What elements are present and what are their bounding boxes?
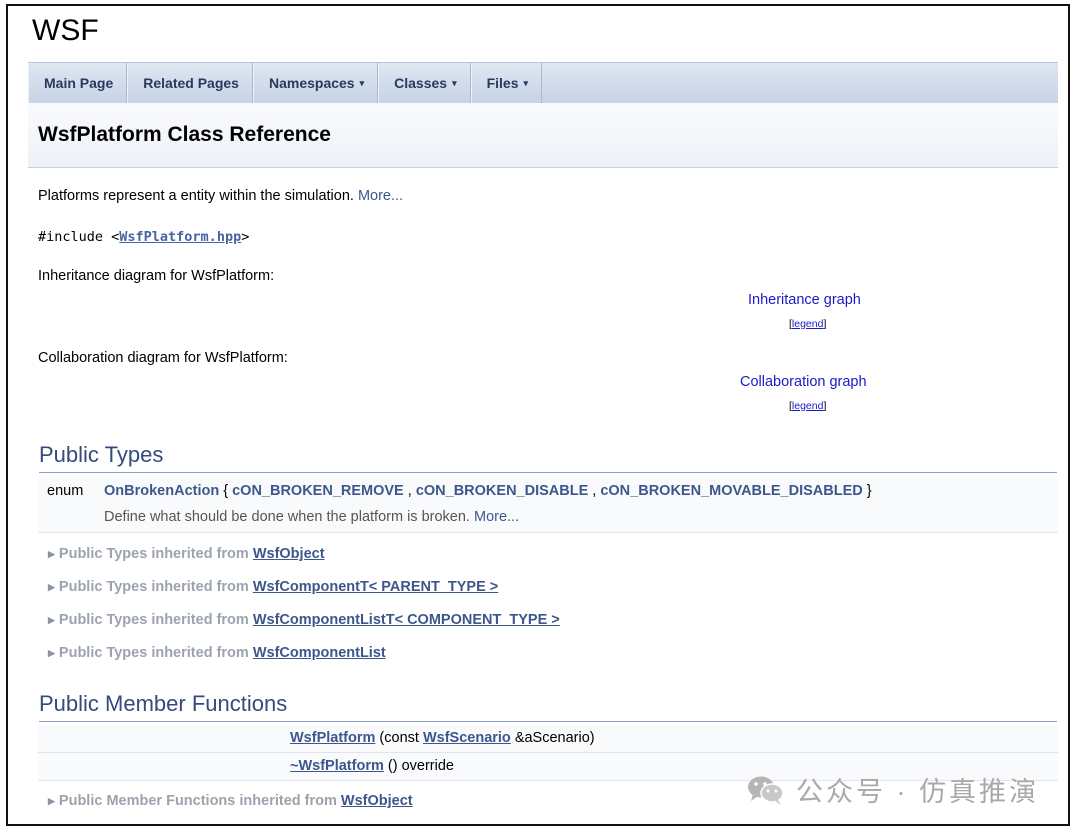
chevron-down-icon: ▾ <box>452 77 457 88</box>
inherited-class-link[interactable]: WsfComponentT< PARENT_TYPE > <box>253 579 498 595</box>
nav-namespaces[interactable]: Namespaces ▾ <box>252 63 379 103</box>
nav-main-page[interactable]: Main Page <box>28 63 128 103</box>
nav-label: Main Page <box>44 75 114 91</box>
member-name-link[interactable]: WsfPlatform <box>290 730 375 746</box>
legend-link[interactable]: legend <box>792 318 824 330</box>
inherited-class-link[interactable]: WsfComponentList <box>253 645 386 661</box>
enum-keyword: enum <box>47 483 84 499</box>
inheritance-legend: [legend] <box>789 318 827 330</box>
inherited-class-link[interactable]: WsfObject <box>341 793 413 809</box>
project-name: WSF <box>32 14 99 47</box>
nav-files[interactable]: Files ▾ <box>470 63 543 103</box>
inherited-types-row[interactable]: ▶ Public Types inherited from WsfComponen… <box>48 579 498 595</box>
public-functions-heading: Public Member Functions <box>39 691 1057 722</box>
navbar: Main Page Related Pages Namespaces ▾ Clas… <box>28 62 1058 104</box>
include-suffix: > <box>241 229 250 245</box>
page-frame: WSF Main Page Related Pages Namespaces ▾ … <box>6 4 1070 826</box>
public-types-heading: Public Types <box>39 442 1057 473</box>
enum-value-link[interactable]: cON_BROKEN_MOVABLE_DISABLED <box>600 483 862 499</box>
enum-desc-text: Define what should be done when the plat… <box>104 509 474 525</box>
enum-open: { <box>219 483 233 499</box>
inherited-prefix: Public Types inherited from <box>58 579 253 595</box>
expand-triangle-icon[interactable]: ▶ <box>48 648 55 658</box>
inherited-functions-row[interactable]: ▶ Public Member Functions inherited from … <box>48 793 413 809</box>
chevron-down-icon: ▾ <box>523 77 529 88</box>
expand-triangle-icon[interactable]: ▶ <box>48 796 55 806</box>
member-post: &aScenario) <box>510 730 595 746</box>
member-pre: (const <box>375 730 423 746</box>
member-pre: () override <box>383 758 454 774</box>
collaboration-graph-link[interactable]: Collaboration graph <box>740 374 867 390</box>
enum-declaration: OnBrokenAction { cON_BROKEN_REMOVE , cON… <box>104 483 872 499</box>
inheritance-label: Inheritance diagram for WsfPlatform: <box>38 268 275 284</box>
page-title: WsfPlatform Class Reference <box>38 123 331 146</box>
member-row: WsfPlatform (const WsfScenario &aScenari… <box>38 725 1058 753</box>
enum-value-link[interactable]: cON_BROKEN_REMOVE <box>232 483 404 499</box>
chevron-down-icon: ▾ <box>359 77 365 88</box>
page-header: WsfPlatform Class Reference <box>28 103 1058 168</box>
inherited-prefix: Public Member Functions inherited from <box>58 793 341 809</box>
expand-triangle-icon[interactable]: ▶ <box>48 549 55 559</box>
collaboration-label: Collaboration diagram for WsfPlatform: <box>38 350 288 366</box>
include-line: #include <WsfPlatform.hpp> <box>38 229 249 245</box>
enum-row: enum OnBrokenAction { cON_BROKEN_REMOVE … <box>38 476 1058 533</box>
inherited-types-row[interactable]: ▶ Public Types inherited from WsfComponen… <box>48 645 386 661</box>
inherited-prefix: Public Types inherited from <box>58 546 253 562</box>
member-name-link[interactable]: ~WsfPlatform <box>290 758 384 774</box>
member-signature: WsfPlatform (const WsfScenario &aScenari… <box>290 730 595 746</box>
inherited-prefix: Public Types inherited from <box>58 645 253 661</box>
inherited-class-link[interactable]: WsfComponentListT< COMPONENT_TYPE > <box>253 612 560 628</box>
include-prefix: #include < <box>38 229 120 245</box>
enum-name-link[interactable]: OnBrokenAction <box>104 483 219 499</box>
nav-label: Files <box>486 75 519 91</box>
inherited-types-row[interactable]: ▶ Public Types inherited from WsfObject <box>48 546 325 562</box>
enum-close: } <box>862 483 872 499</box>
collaboration-legend: [legend] <box>789 400 827 412</box>
inherited-prefix: Public Types inherited from <box>58 612 253 628</box>
watermark-text: 公众号 · 仿真推演 <box>796 777 1039 807</box>
member-type-link[interactable]: WsfScenario <box>423 730 511 746</box>
expand-triangle-icon[interactable]: ▶ <box>48 615 55 625</box>
expand-triangle-icon[interactable]: ▶ <box>48 582 55 592</box>
watermark: 公众号 · 仿真推演 <box>746 770 1039 809</box>
include-file-link[interactable]: WsfPlatform.hpp <box>119 229 241 245</box>
nav-related-pages[interactable]: Related Pages <box>127 63 253 103</box>
inheritance-graph-link[interactable]: Inheritance graph <box>748 292 861 308</box>
enum-more-link[interactable]: More... <box>474 509 519 525</box>
enum-description: Define what should be done when the plat… <box>104 509 519 525</box>
brief-text: Platforms represent a entity within the … <box>38 188 358 204</box>
wechat-icon <box>746 774 786 806</box>
inherited-class-link[interactable]: WsfObject <box>253 546 325 562</box>
enum-value-link[interactable]: cON_BROKEN_DISABLE <box>416 483 588 499</box>
member-signature: ~WsfPlatform () override <box>290 758 454 774</box>
brief-description: Platforms represent a entity within the … <box>38 188 403 204</box>
nav-label: Classes <box>394 75 448 91</box>
brief-more-link[interactable]: More... <box>358 188 403 204</box>
inherited-types-row[interactable]: ▶ Public Types inherited from WsfComponen… <box>48 612 560 628</box>
legend-link[interactable]: legend <box>792 400 824 412</box>
nav-label: Namespaces <box>268 75 355 91</box>
nav-label: Related Pages <box>143 75 239 91</box>
nav-classes[interactable]: Classes ▾ <box>378 63 471 103</box>
